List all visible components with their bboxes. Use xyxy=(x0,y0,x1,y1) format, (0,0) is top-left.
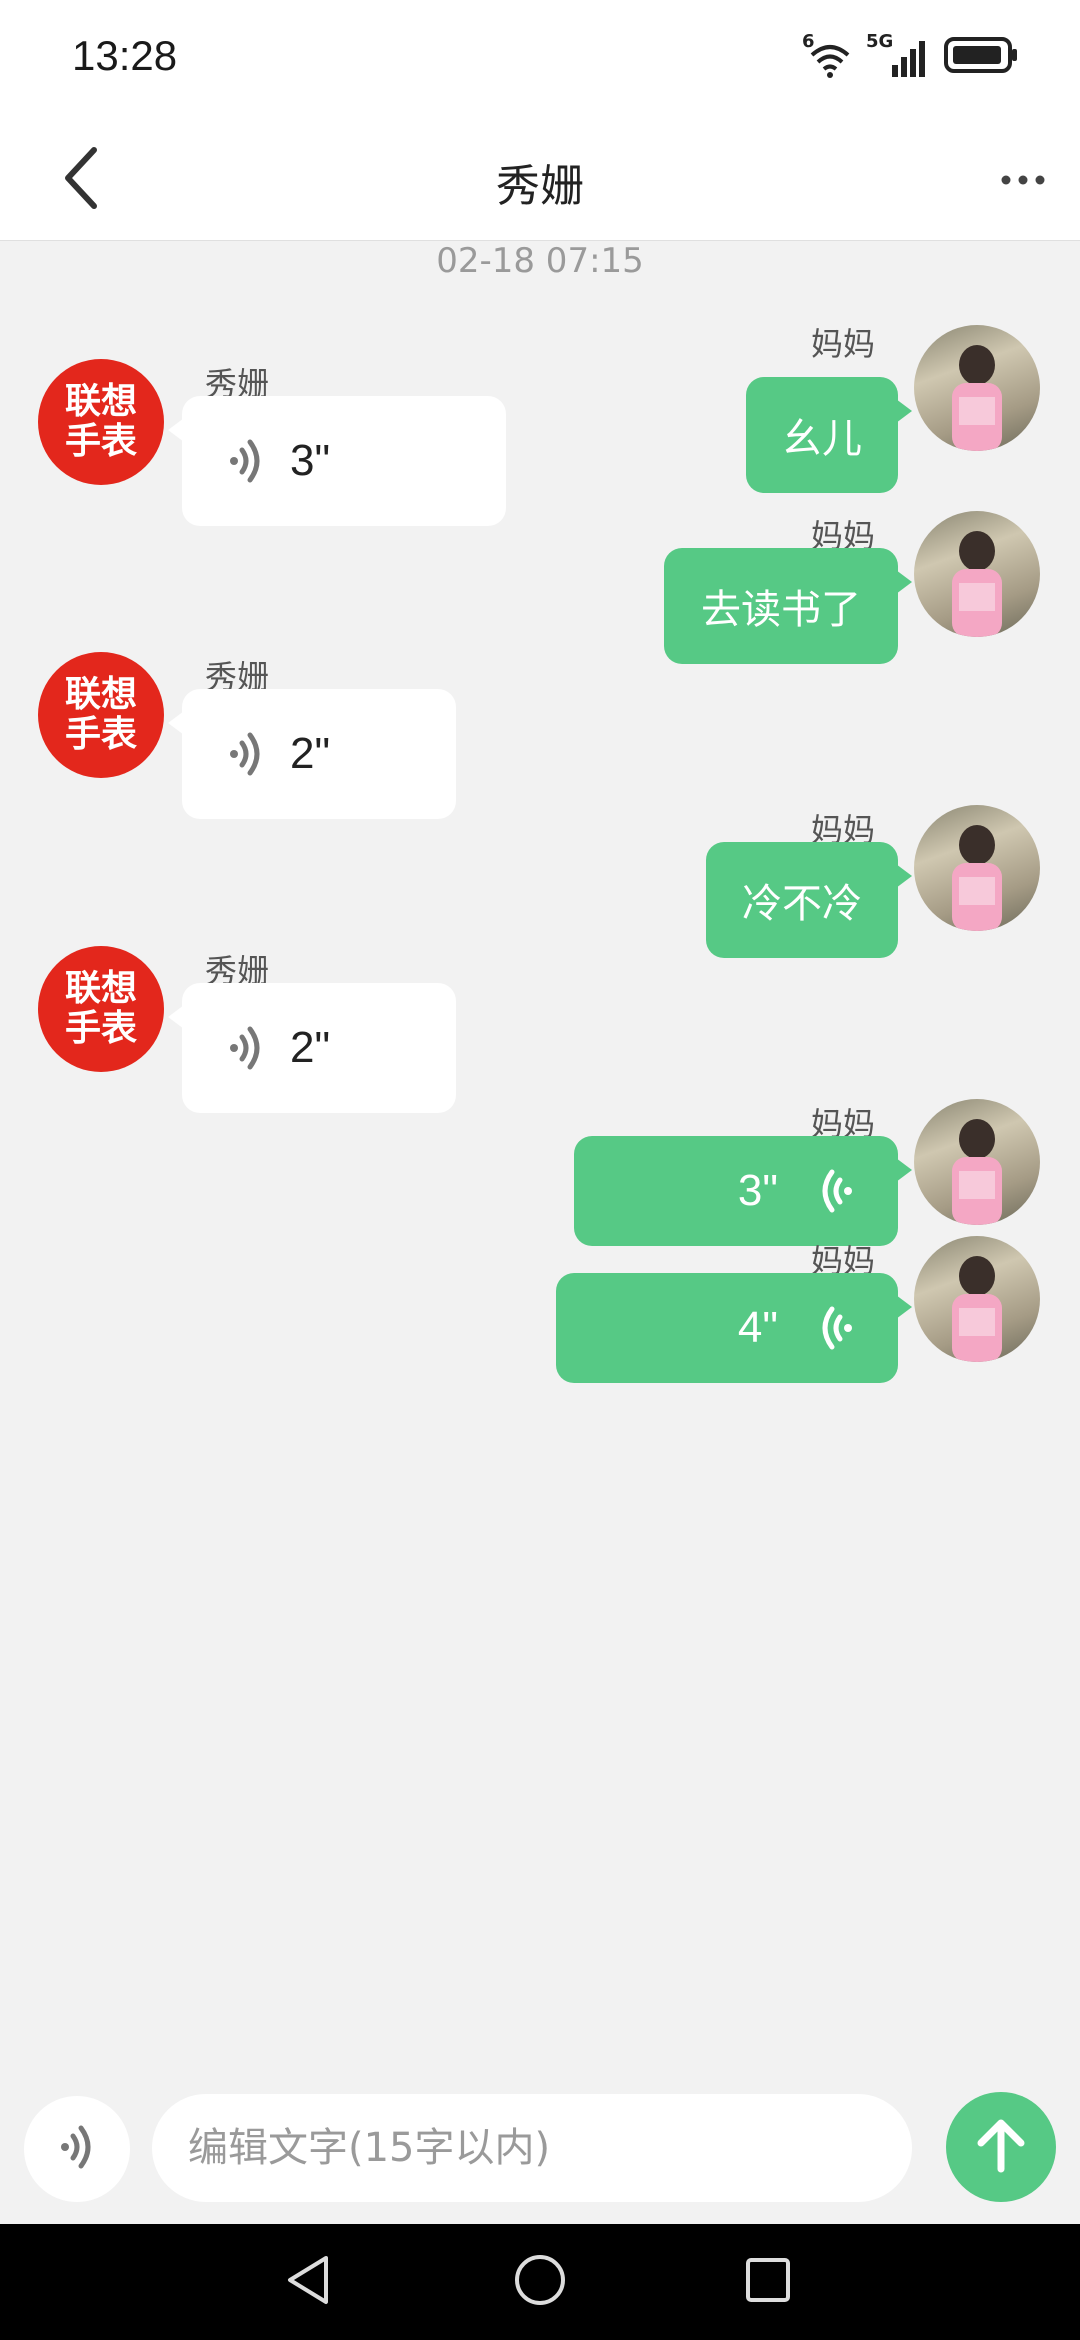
voice-duration: 4" xyxy=(737,1303,778,1352)
network-label: 5G xyxy=(866,31,894,52)
voice-message-bubble[interactable]: 4" xyxy=(556,1273,912,1383)
avatar[interactable] xyxy=(914,805,1040,931)
voice-wave-icon xyxy=(228,1023,264,1073)
message-text: 幺儿 xyxy=(782,416,862,462)
voice-wave-icon xyxy=(57,2121,97,2177)
message-text: 冷不冷 xyxy=(742,881,862,927)
avatar-logo-line: 联想 xyxy=(64,381,137,422)
voice-wave-icon xyxy=(818,1303,854,1353)
wifi-badge: 6 xyxy=(802,31,815,52)
nav-home-button[interactable] xyxy=(510,2252,570,2312)
status-bar: 13:28 6 5G xyxy=(0,0,1080,120)
avatar[interactable] xyxy=(914,1236,1040,1362)
send-button[interactable] xyxy=(946,2092,1056,2202)
avatar[interactable]: 联想 手表 xyxy=(38,359,164,485)
voice-duration: 3" xyxy=(290,436,331,485)
voice-duration: 2" xyxy=(290,1023,331,1072)
sender-name: 妈妈 xyxy=(810,325,875,363)
voice-message-bubble[interactable]: 2" xyxy=(168,983,456,1113)
chat-list[interactable]: 02-18 07:15 妈妈 幺儿 联想 手表 秀姗 3" 妈妈 去读书了 联想… xyxy=(0,241,1080,2081)
avatar-logo-line: 联想 xyxy=(64,968,137,1009)
avatar-logo-line: 手表 xyxy=(64,1008,137,1049)
avatar[interactable]: 联想 手表 xyxy=(38,946,164,1072)
avatar-logo-line: 联想 xyxy=(64,674,137,715)
input-bar xyxy=(0,2082,1080,2222)
nav-recents-icon xyxy=(744,2256,792,2308)
voice-wave-icon xyxy=(228,729,264,779)
avatar-logo-line: 手表 xyxy=(64,714,137,755)
status-icons: 6 5G xyxy=(802,31,1020,80)
voice-input-button[interactable] xyxy=(24,2096,130,2202)
status-time: 13:28 xyxy=(72,32,178,79)
voice-duration: 2" xyxy=(290,729,331,778)
send-arrow-icon xyxy=(973,2115,1029,2179)
voice-duration: 3" xyxy=(737,1166,778,1215)
avatar[interactable] xyxy=(914,325,1040,451)
nav-home-icon xyxy=(513,2253,567,2311)
message-bubble[interactable]: 幺儿 xyxy=(746,377,912,493)
more-dots-icon xyxy=(1000,171,1046,190)
message-text: 去读书了 xyxy=(701,587,861,633)
message-bubble[interactable]: 去读书了 xyxy=(664,548,912,664)
nav-recents-button[interactable] xyxy=(738,2252,798,2312)
wifi-icon: 6 xyxy=(802,31,854,79)
voice-wave-icon xyxy=(818,1166,854,1216)
voice-message-bubble[interactable]: 2" xyxy=(168,689,456,819)
system-nav-bar xyxy=(0,2224,1080,2340)
avatar-logo-line: 手表 xyxy=(64,421,137,462)
more-button[interactable] xyxy=(988,150,1058,210)
nav-back-icon xyxy=(284,2254,332,2310)
avatar[interactable] xyxy=(914,1099,1040,1225)
voice-message-bubble[interactable]: 3" xyxy=(574,1136,912,1246)
battery-icon xyxy=(944,35,1020,79)
message-bubble[interactable]: 冷不冷 xyxy=(706,842,912,958)
avatar[interactable] xyxy=(914,511,1040,637)
avatar[interactable]: 联想 手表 xyxy=(38,652,164,778)
voice-wave-icon xyxy=(228,436,264,486)
nav-back-button[interactable] xyxy=(278,2252,338,2312)
page-title: 秀姗 xyxy=(496,161,584,212)
signal-icon: 5G xyxy=(866,31,932,79)
message-input[interactable] xyxy=(152,2094,912,2202)
chat-header: 秀姗 xyxy=(0,120,1080,241)
message-timestamp: 02-18 07:15 xyxy=(436,241,644,281)
voice-message-bubble[interactable]: 3" xyxy=(168,396,506,526)
